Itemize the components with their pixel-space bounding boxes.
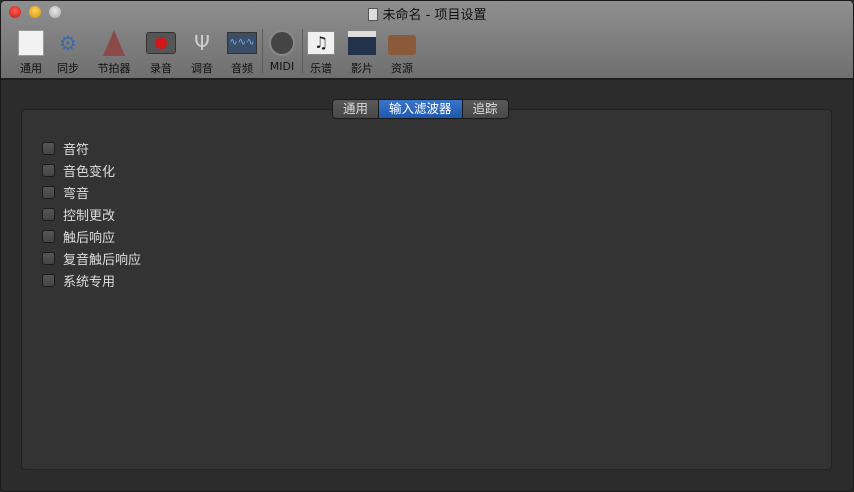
toolbar-label: 资源	[391, 62, 413, 75]
checkbox[interactable]	[42, 229, 55, 243]
checkbox[interactable]	[42, 273, 55, 287]
toolbar-divider	[302, 29, 303, 73]
toolbar-audio[interactable]: ∿∿∿ 音频	[220, 29, 264, 76]
checkbox-label: 音色变化	[63, 164, 116, 180]
checkbox-label: 控制更改	[63, 208, 116, 224]
checkbox-label: 系统专用	[63, 274, 116, 290]
filter-notes[interactable]: 音符	[42, 137, 141, 159]
toolbar-assets[interactable]: 资源	[380, 29, 424, 76]
tuning-fork-icon: Ψ	[194, 31, 210, 55]
toolbar-midi[interactable]: MIDI	[260, 29, 304, 73]
settings-panel	[21, 109, 832, 470]
toolbar-movie[interactable]: 影片	[340, 29, 384, 76]
checkbox[interactable]	[42, 251, 55, 265]
toolbar-label: 乐谱	[310, 62, 332, 75]
toolbar-score[interactable]: ♫ 乐谱	[299, 29, 343, 76]
briefcase-icon	[387, 29, 417, 57]
record-icon	[146, 29, 176, 57]
checkbox[interactable]	[42, 163, 55, 177]
clapperboard-icon	[347, 29, 377, 57]
checkbox-label: 弯音	[63, 186, 90, 202]
toolbar-label: MIDI	[269, 60, 295, 73]
project-settings-window: 未命名 - 项目设置 通用 ⚙ 同步 节拍器 录音 Ψ 调音 ∿∿∿ 音频 MIDI …	[0, 0, 854, 492]
waveform-icon: ∿∿∿	[227, 29, 257, 57]
checkbox-label: 音符	[63, 142, 90, 158]
toolbar-label: 同步	[57, 62, 79, 75]
toolbar-label: 影片	[351, 62, 373, 75]
toolbar-metronome[interactable]: 节拍器	[92, 29, 136, 76]
toolbar-label: 节拍器	[97, 62, 131, 75]
toolbar-recording[interactable]: 录音	[139, 29, 183, 76]
midi-connector-icon	[267, 29, 297, 57]
filter-aftertouch[interactable]: 触后响应	[42, 225, 141, 247]
tab-general[interactable]: 通用	[333, 100, 380, 118]
checkbox[interactable]	[42, 141, 55, 155]
titlebar-toolbar: 未命名 - 项目设置 通用 ⚙ 同步 节拍器 录音 Ψ 调音 ∿∿∿ 音频 MIDI …	[1, 1, 853, 80]
filter-sysex[interactable]: 系统专用	[42, 269, 141, 291]
general-switch-icon	[16, 29, 46, 57]
gears-icon: ⚙	[59, 31, 77, 55]
checkbox-label: 触后响应	[63, 230, 116, 246]
toolbar-label: 音频	[231, 62, 253, 75]
window-title: 未命名 - 项目设置	[382, 8, 487, 23]
tab-chase[interactable]: 追踪	[462, 100, 508, 118]
filter-program-change[interactable]: 音色变化	[42, 159, 141, 181]
document-icon	[367, 8, 378, 21]
score-notes-icon: ♫	[306, 29, 336, 57]
checkbox-label: 复音触后响应	[63, 252, 142, 268]
filter-pitch-bend[interactable]: 弯音	[42, 181, 141, 203]
toolbar-tuning[interactable]: Ψ 调音	[180, 29, 224, 76]
tab-bar: 通用 输入滤波器 追踪	[332, 99, 509, 119]
toolbar-sync[interactable]: ⚙ 同步	[46, 29, 90, 76]
tab-input-filter[interactable]: 输入滤波器	[379, 100, 463, 118]
checkbox[interactable]	[42, 207, 55, 221]
checkbox[interactable]	[42, 185, 55, 199]
toolbar-label: 录音	[150, 62, 172, 75]
toolbar-divider	[262, 29, 263, 73]
toolbar-label: 调音	[191, 62, 213, 75]
metronome-icon	[99, 29, 129, 57]
filter-control-change[interactable]: 控制更改	[42, 203, 141, 225]
filter-list: 音符 音色变化 弯音 控制更改 触后响应 复音触后响应 系统专用	[42, 137, 141, 291]
filter-poly-aftertouch[interactable]: 复音触后响应	[42, 247, 141, 269]
